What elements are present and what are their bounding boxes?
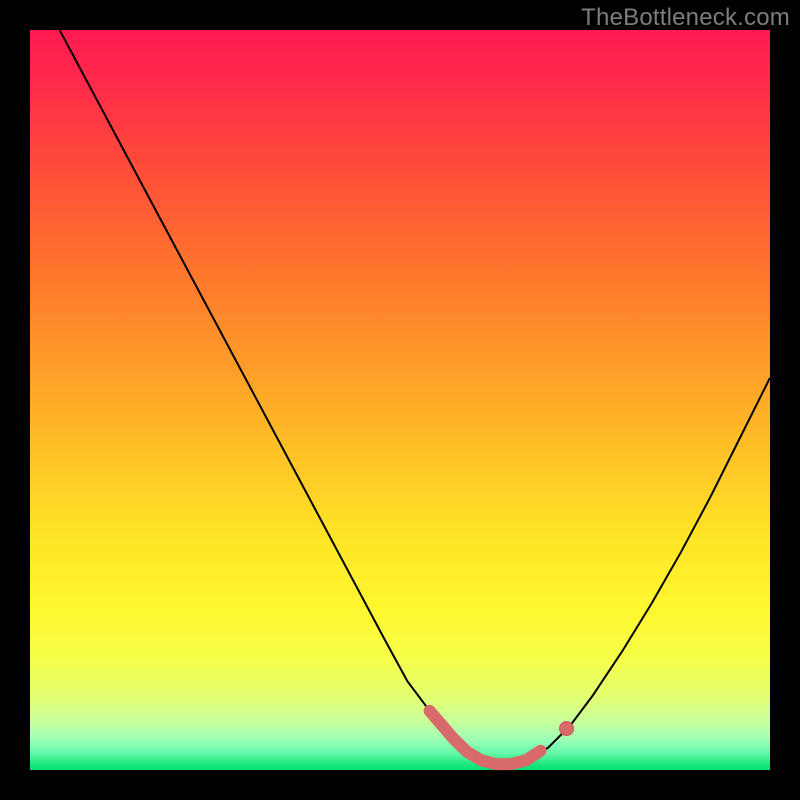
bottleneck-chart: [0, 0, 800, 800]
plot-background: [30, 30, 770, 770]
marker-right: [560, 722, 574, 736]
outer-frame: TheBottleneck.com: [0, 0, 800, 800]
